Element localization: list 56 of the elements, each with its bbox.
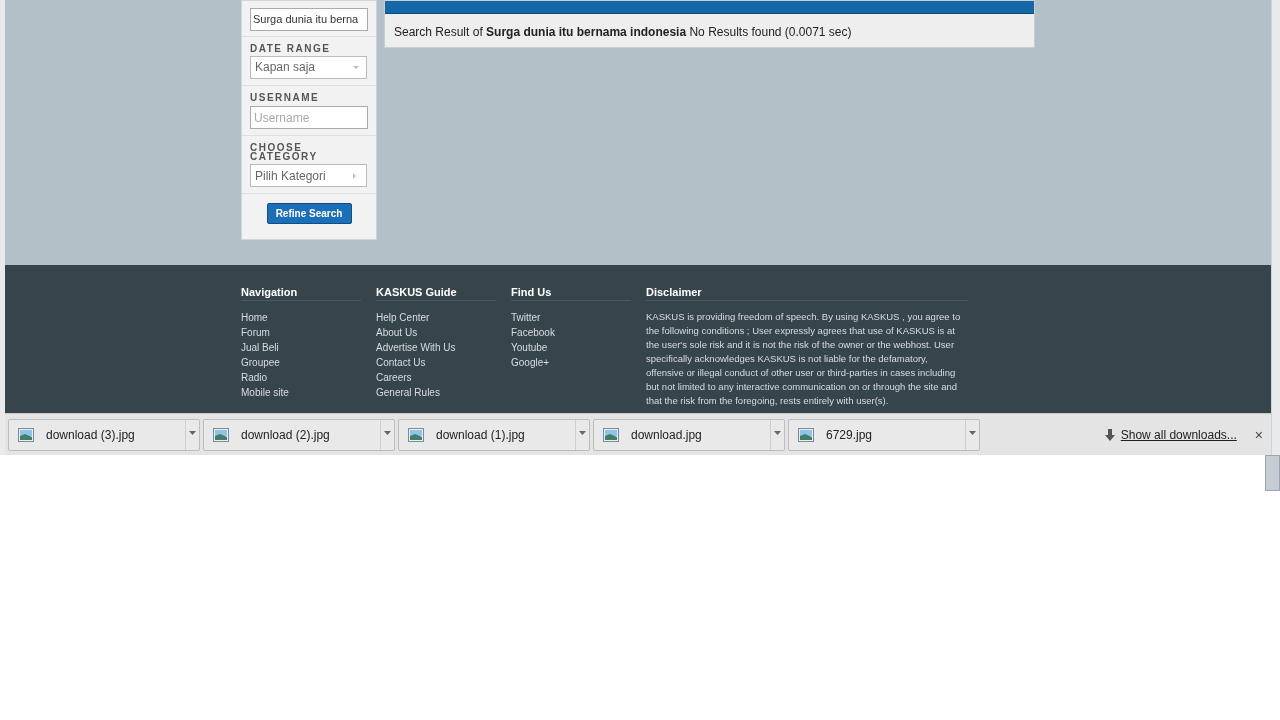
disclaimer-text: KASKUS is providing freedom of speech. By using KASKUS , you agree to the following conditions ; User expressly agrees that use of KASKUS is at the user's sole risk and it is not the risk of the owner or the webhost. User specifically acknowledges KASKUS is not liable for the defamatory, offensive or illegal conduct of other user or third-parties in cases including but not limited to any interactive communication on or through the site and that the risk from the foregoing, rests entirely with user(s). xyxy=(646,310,962,408)
file-name: download (2).jpg xyxy=(241,426,330,444)
footer-link[interactable]: Youtube xyxy=(511,340,631,355)
footer-link[interactable]: Jual Beli xyxy=(241,340,361,355)
refine-search-button[interactable]: Refine Search xyxy=(266,203,352,224)
caret-icon xyxy=(384,430,391,435)
file-name: 6729.jpg xyxy=(826,426,873,444)
footer-link[interactable]: General Rules xyxy=(376,385,496,400)
caret-icon xyxy=(353,65,359,69)
download-item[interactable]: download (2).jpg xyxy=(203,418,395,451)
footer-link[interactable]: Mobile site xyxy=(241,385,361,400)
image-file-icon xyxy=(798,427,814,442)
footer-heading: Disclaimer xyxy=(646,285,703,300)
footer-link[interactable]: Google+ xyxy=(511,355,631,370)
image-file-icon xyxy=(603,427,619,442)
caret-icon xyxy=(774,430,781,435)
scrollbar-thumb[interactable] xyxy=(1265,455,1280,491)
field-label: CHOOSE CATEGORY xyxy=(250,143,319,161)
file-name: download.jpg xyxy=(631,426,702,444)
image-file-icon xyxy=(18,427,34,442)
footer-link[interactable]: Radio xyxy=(241,370,361,385)
download-arrow-icon xyxy=(1104,428,1115,441)
download-item[interactable]: download.jpg xyxy=(593,418,785,451)
image-file-icon xyxy=(408,427,424,442)
field-label: USERNAME xyxy=(250,92,321,102)
footer-link[interactable]: About Us xyxy=(376,325,496,340)
date-range-dropdown[interactable]: Kapan saja xyxy=(250,55,367,79)
caret-icon xyxy=(189,430,196,435)
footer-link[interactable]: Advertise With Us xyxy=(376,340,496,355)
chevron-right-icon xyxy=(353,172,356,179)
caret-icon xyxy=(579,430,586,435)
footer-link[interactable]: Twitter xyxy=(511,310,631,325)
footer-heading: Find Us xyxy=(511,285,553,300)
keyword-field[interactable]: Surga dunia itu berna xyxy=(250,7,368,31)
show-all-downloads-link[interactable]: Show all downloads... xyxy=(1120,425,1237,444)
result-message: Search Result of Surga dunia itu bernama indonesia No Results found (0.0071 sec) xyxy=(393,24,853,41)
footer-link[interactable]: Help Center xyxy=(376,310,496,325)
file-name: download (3).jpg xyxy=(46,426,135,444)
footer-link[interactable]: Contact Us xyxy=(376,355,496,370)
download-item[interactable]: 6729.jpg xyxy=(788,418,980,451)
footer-heading: Navigation xyxy=(241,285,299,300)
close-button[interactable]: × xyxy=(1254,427,1263,442)
field-label: DATE RANGE xyxy=(250,43,332,53)
footer-link[interactable]: Groupee xyxy=(241,355,361,370)
footer-heading: KASKUS Guide xyxy=(376,285,458,300)
download-item[interactable]: download (3).jpg xyxy=(8,418,200,451)
category-dropdown[interactable]: Pilih Kategori xyxy=(250,164,367,187)
footer-link[interactable]: Facebook xyxy=(511,325,631,340)
footer-link[interactable]: Careers xyxy=(376,370,496,385)
caret-icon xyxy=(969,430,976,435)
download-item[interactable]: download (1).jpg xyxy=(398,418,590,451)
footer-link[interactable]: Home xyxy=(241,310,361,325)
footer-link[interactable]: Forum xyxy=(241,325,361,340)
username-field[interactable]: Username xyxy=(250,106,368,129)
file-name: download (1).jpg xyxy=(436,426,525,444)
image-file-icon xyxy=(213,427,229,442)
